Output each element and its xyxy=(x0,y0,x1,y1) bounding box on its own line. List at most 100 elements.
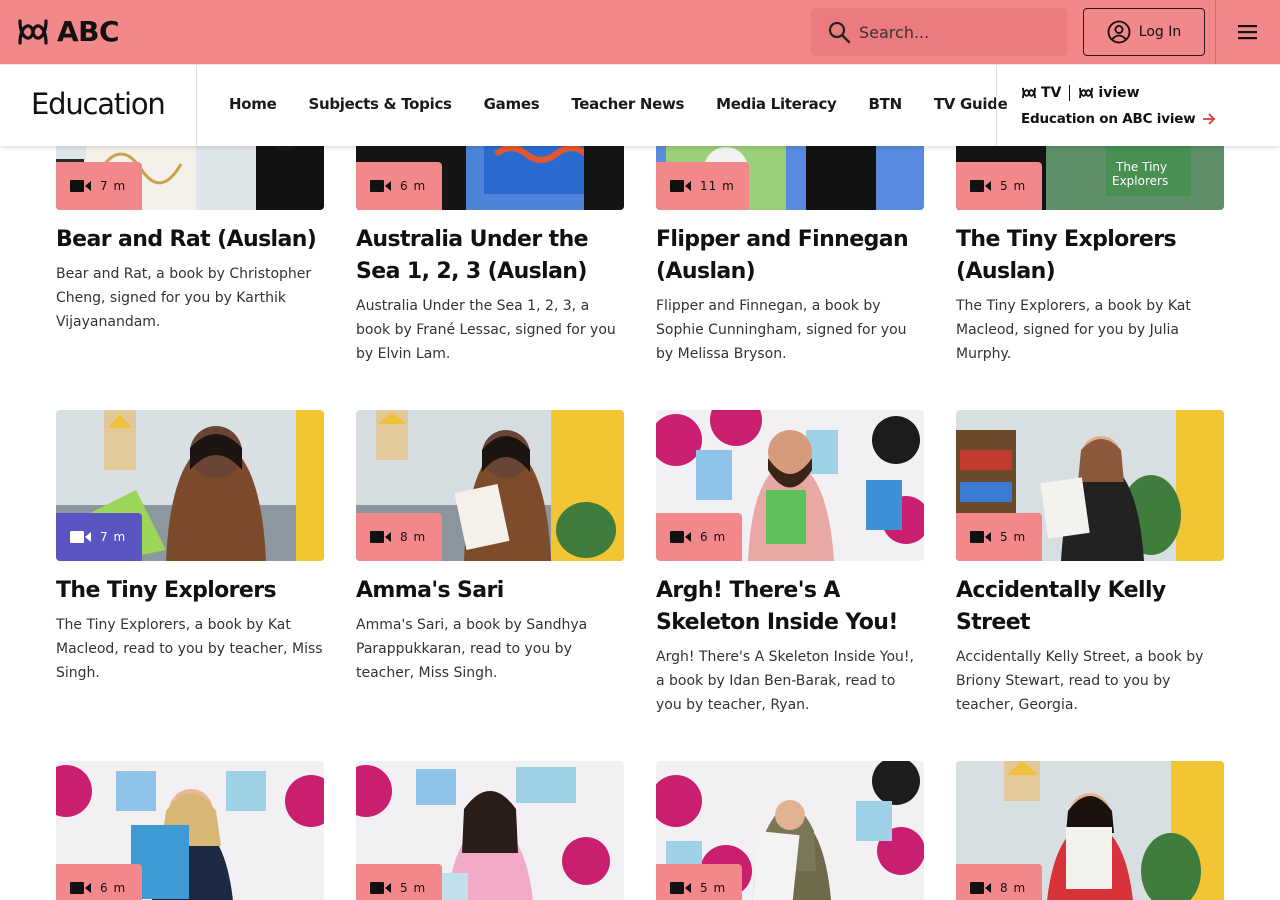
video-thumbnail[interactable]: 6 m xyxy=(56,761,324,900)
duration-text: 6 m xyxy=(100,881,127,895)
nav-link-teacher-news[interactable]: Teacher News xyxy=(571,95,684,113)
video-description: The Tiny Explorers, a book by Kat Macleo… xyxy=(56,617,323,681)
section-title[interactable]: Education xyxy=(31,87,166,121)
video-camera-icon xyxy=(970,531,991,543)
nav-link-btn[interactable]: BTN xyxy=(869,95,903,113)
duration-badge: 5 m xyxy=(956,513,1042,561)
video-title[interactable]: Australia Under the Sea 1, 2, 3 (Auslan) xyxy=(356,224,624,288)
nav-link-media-literacy[interactable]: Media Literacy xyxy=(716,95,837,113)
video-title[interactable]: Argh! There's A Skeleton Inside You! xyxy=(656,575,924,639)
video-description: Accidentally Kelly Street, a book by Bri… xyxy=(956,649,1204,713)
video-card[interactable]: 6 m Argh! There's A Skeleton Inside You!… xyxy=(656,410,924,717)
user-circle-icon xyxy=(1107,20,1131,44)
video-camera-icon xyxy=(970,882,991,894)
video-thumbnail[interactable]: 6 m xyxy=(656,410,924,561)
duration-badge: 11 m xyxy=(656,162,749,210)
search-box[interactable] xyxy=(811,8,1067,56)
nav-links: Home Subjects & Topics Games Teacher New… xyxy=(229,95,1008,113)
duration-text: 7 m xyxy=(100,530,127,544)
iview-logo-text: iview xyxy=(1098,85,1140,101)
svg-text:Explorers: Explorers xyxy=(1112,174,1168,188)
video-card[interactable]: 5 m xyxy=(356,761,624,900)
education-nav: Education Home Subjects & Topics Games T… xyxy=(0,64,1280,146)
video-camera-icon xyxy=(670,531,691,543)
duration-badge: 5 m xyxy=(956,162,1042,210)
video-thumbnail[interactable]: 5 m xyxy=(656,761,924,900)
video-card[interactable]: 7 m The Tiny Explorers The Tiny Explorer… xyxy=(56,410,324,685)
video-camera-icon xyxy=(70,882,91,894)
abc-lissajous-icon xyxy=(1079,87,1094,99)
duration-badge: 5 m xyxy=(656,864,742,900)
abc-logo[interactable]: ABC xyxy=(17,15,120,48)
nav-divider xyxy=(196,65,197,146)
video-camera-icon xyxy=(670,882,691,894)
video-title[interactable]: The Tiny Explorers (Auslan) xyxy=(956,224,1224,288)
brand-wordmark: ABC xyxy=(57,15,120,48)
video-card[interactable]: 8 m Amma's Sari Amma's Sari, a book by S… xyxy=(356,410,624,685)
video-description: The Tiny Explorers, a book by Kat Macleo… xyxy=(956,298,1191,362)
video-card[interactable]: 6 m xyxy=(56,761,324,900)
duration-text: 5 m xyxy=(400,881,427,895)
logo-separator xyxy=(1069,85,1071,101)
svg-text:The Tiny: The Tiny xyxy=(1115,160,1167,174)
duration-text: 8 m xyxy=(1000,881,1027,895)
video-camera-icon xyxy=(970,180,991,192)
hamburger-menu-icon[interactable] xyxy=(1234,22,1262,42)
nav-link-subjects-topics[interactable]: Subjects & Topics xyxy=(308,95,452,113)
duration-text: 6 m xyxy=(400,179,427,193)
duration-text: 8 m xyxy=(400,530,427,544)
duration-badge: 6 m xyxy=(356,162,442,210)
duration-text: 5 m xyxy=(1000,530,1027,544)
duration-badge: 6 m xyxy=(56,864,142,900)
video-camera-icon xyxy=(370,882,391,894)
video-card[interactable]: 8 m xyxy=(956,761,1224,900)
duration-text: 5 m xyxy=(700,881,727,895)
video-description: Amma's Sari, a book by Sandhya Parappukk… xyxy=(356,617,588,681)
tv-logo-text: TV xyxy=(1041,85,1062,101)
duration-text: 11 m xyxy=(700,179,735,193)
video-camera-icon xyxy=(670,180,691,192)
login-button[interactable]: Log In xyxy=(1083,8,1205,56)
video-title[interactable]: The Tiny Explorers xyxy=(56,575,324,607)
duration-text: 5 m xyxy=(1000,179,1027,193)
video-thumbnail[interactable]: 8 m xyxy=(956,761,1224,900)
arrow-right-icon xyxy=(1202,113,1215,125)
abc-lissajous-icon xyxy=(18,19,48,45)
duration-text: 6 m xyxy=(700,530,727,544)
video-card[interactable]: 5 m Accidentally Kelly Street Accidental… xyxy=(956,410,1224,717)
abc-lissajous-icon xyxy=(1022,87,1036,99)
video-description: Australia Under the Sea 1, 2, 3, a book … xyxy=(356,298,616,362)
duration-badge: 8 m xyxy=(356,513,442,561)
nav-divider xyxy=(996,65,997,146)
video-thumbnail[interactable]: 8 m xyxy=(356,410,624,561)
search-input[interactable] xyxy=(859,22,1049,42)
video-camera-icon xyxy=(70,531,91,543)
abc-tv-iview-logos[interactable]: TV iview xyxy=(1021,85,1140,101)
video-thumbnail[interactable]: 5 m xyxy=(956,410,1224,561)
duration-badge: 7 m xyxy=(56,513,142,561)
video-description: Flipper and Finnegan, a book by Sophie C… xyxy=(656,298,907,362)
video-thumbnail[interactable]: 7 m xyxy=(56,410,324,561)
video-camera-icon xyxy=(70,180,91,192)
login-label: Log In xyxy=(1138,24,1182,40)
nav-link-home[interactable]: Home xyxy=(229,95,277,113)
video-camera-icon xyxy=(370,531,391,543)
video-title[interactable]: Amma's Sari xyxy=(356,575,624,607)
video-thumbnail[interactable]: 5 m xyxy=(356,761,624,900)
nav-link-games[interactable]: Games xyxy=(484,95,540,113)
video-title[interactable]: Flipper and Finnegan (Auslan) xyxy=(656,224,924,288)
video-title[interactable]: Accidentally Kelly Street xyxy=(956,575,1224,639)
video-card[interactable]: 5 m xyxy=(656,761,924,900)
duration-text: 7 m xyxy=(100,179,127,193)
global-header: ABC Log In xyxy=(0,0,1280,64)
video-description: Bear and Rat, a book by Christopher Chen… xyxy=(56,266,312,330)
duration-badge: 6 m xyxy=(656,513,742,561)
header-divider xyxy=(1215,0,1216,64)
video-description: Argh! There's A Skeleton Inside You!, a … xyxy=(656,649,914,713)
duration-badge: 5 m xyxy=(356,864,442,900)
duration-badge: 7 m xyxy=(56,162,142,210)
iview-link[interactable]: Education on ABC iview xyxy=(1021,111,1216,127)
search-icon xyxy=(828,21,851,44)
video-title[interactable]: Bear and Rat (Auslan) xyxy=(56,224,324,256)
duration-badge: 8 m xyxy=(956,864,1042,900)
